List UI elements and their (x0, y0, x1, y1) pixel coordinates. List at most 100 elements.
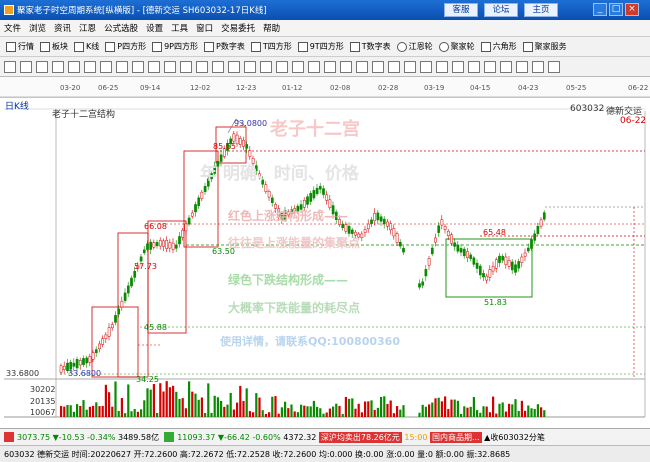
service-button[interactable]: 客服 (444, 3, 478, 17)
volume-bar (66, 405, 69, 417)
target-icon[interactable] (436, 60, 448, 73)
tool-9p-square[interactable]: 9P四方形 (152, 41, 198, 52)
candle (526, 247, 530, 252)
candle (85, 357, 89, 364)
tool-jujia-wheel[interactable]: 聚家轮 (438, 41, 475, 52)
spiral-icon[interactable] (308, 60, 320, 73)
market-tab[interactable]: 国内商品期... (429, 431, 482, 443)
volume-bar (101, 405, 104, 417)
arrow-left-icon[interactable] (4, 60, 16, 73)
volume-bar (357, 403, 360, 417)
tool-kline[interactable]: K线 (74, 41, 99, 52)
kline-chart[interactable]: 老子十二宫 年 明确、时间、价格 红色上涨结构形成—— 往往是上涨能量的集聚点 … (0, 97, 650, 427)
scroll-news[interactable]: 深沪均卖出78.26亿元 (318, 431, 402, 443)
date-tick: 12-23 (236, 84, 256, 92)
arrow-right-icon[interactable] (20, 60, 32, 73)
cross-icon[interactable] (164, 60, 176, 73)
help-icon[interactable] (548, 60, 560, 73)
zoom-in-icon[interactable] (36, 60, 48, 73)
bar-icon[interactable] (468, 60, 480, 73)
menu-gann[interactable]: 江恩 (75, 22, 100, 34)
cycle-icon[interactable] (68, 60, 80, 73)
menu-formula[interactable]: 公式选股 (100, 22, 142, 34)
sh-change: ▼-10.53 (52, 432, 85, 442)
volume-bar (168, 387, 171, 417)
forum-button[interactable]: 论坛 (484, 3, 518, 17)
angle-icon[interactable] (388, 60, 400, 73)
volume-bar (524, 410, 527, 417)
volume-bar (424, 406, 427, 417)
candle (430, 247, 434, 255)
menu-tools[interactable]: 工具 (167, 22, 192, 34)
tool-p-table[interactable]: P数字表 (204, 41, 245, 52)
menu-browse[interactable]: 浏览 (25, 22, 50, 34)
info-code: 603032 (4, 449, 35, 459)
print-icon[interactable] (532, 60, 544, 73)
grid-icon[interactable] (276, 60, 288, 73)
zoom-out-icon[interactable] (52, 60, 64, 73)
tool-gann-wheel[interactable]: 江恩轮 (396, 41, 433, 52)
close-button[interactable]: × (625, 3, 639, 16)
period-label[interactable]: 日K线 (5, 99, 29, 112)
delete-icon[interactable] (180, 60, 192, 73)
pen-icon[interactable] (244, 60, 256, 73)
watermark-contact: 使用详情，请联系QQ:100800360 (220, 335, 400, 348)
candle (235, 134, 239, 145)
copy-icon[interactable] (500, 60, 512, 73)
ruler-icon[interactable] (212, 60, 224, 73)
wave-icon[interactable] (404, 60, 416, 73)
tool-p-square[interactable]: P四方形 (105, 41, 146, 52)
tool-quote[interactable]: 行情 (6, 41, 34, 52)
9t-square-icon (297, 41, 308, 52)
box-icon[interactable] (372, 60, 384, 73)
volume-bar (351, 398, 354, 417)
fib-icon[interactable] (132, 60, 144, 73)
volume-bar (456, 400, 459, 417)
arc-icon[interactable] (324, 60, 336, 73)
menu-help[interactable]: 帮助 (259, 22, 284, 34)
maximize-button[interactable]: □ (609, 3, 623, 16)
tool-t-table[interactable]: T数字表 (349, 41, 391, 52)
date-tick: 12-02 (190, 84, 210, 92)
lock-icon[interactable] (196, 60, 208, 73)
minimize-button[interactable]: _ (593, 3, 607, 16)
menu-settings[interactable]: 设置 (142, 22, 167, 34)
rect-icon[interactable] (100, 60, 112, 73)
tool-9t-square[interactable]: 9T四方形 (297, 41, 344, 52)
line-icon[interactable] (84, 60, 96, 73)
volume-bar (60, 406, 63, 417)
volume-bar (108, 392, 111, 417)
alert-text[interactable]: 收603032分笔 (490, 432, 545, 443)
save-icon[interactable] (516, 60, 528, 73)
star-icon[interactable] (420, 60, 432, 73)
menu-file[interactable]: 文件 (0, 22, 25, 34)
tool-service[interactable]: 聚家服务 (522, 41, 567, 52)
candle (482, 273, 485, 278)
volume-bar (530, 408, 533, 417)
p-table-icon (204, 41, 214, 52)
date-tick: 01-12 (282, 84, 302, 92)
volume-bar (399, 409, 402, 417)
tool-sector[interactable]: 板块 (40, 41, 68, 52)
volume-bar (117, 410, 120, 417)
tool-hexagon[interactable]: 六角形 (480, 41, 517, 52)
text-icon[interactable] (116, 60, 128, 73)
volume-bar (248, 411, 251, 417)
menu-info[interactable]: 资讯 (50, 22, 75, 34)
circle-icon[interactable] (292, 60, 304, 73)
dot-icon[interactable] (452, 60, 464, 73)
price-icon[interactable] (356, 60, 368, 73)
eye-icon[interactable] (228, 60, 240, 73)
fan-icon[interactable] (260, 60, 272, 73)
menu-window[interactable]: 窗口 (192, 22, 217, 34)
menu-trade[interactable]: 交易委托 (217, 22, 259, 34)
home-button[interactable]: 主页 (524, 3, 558, 17)
tool-t-square[interactable]: T四方形 (250, 41, 292, 52)
time-icon[interactable] (340, 60, 352, 73)
volume-bar (200, 397, 203, 417)
service-icon (522, 41, 533, 52)
y-axis-min: 33.6800 (6, 369, 40, 378)
volume-bar (175, 391, 178, 417)
list-icon[interactable] (484, 60, 496, 73)
gann-icon[interactable] (148, 60, 160, 73)
